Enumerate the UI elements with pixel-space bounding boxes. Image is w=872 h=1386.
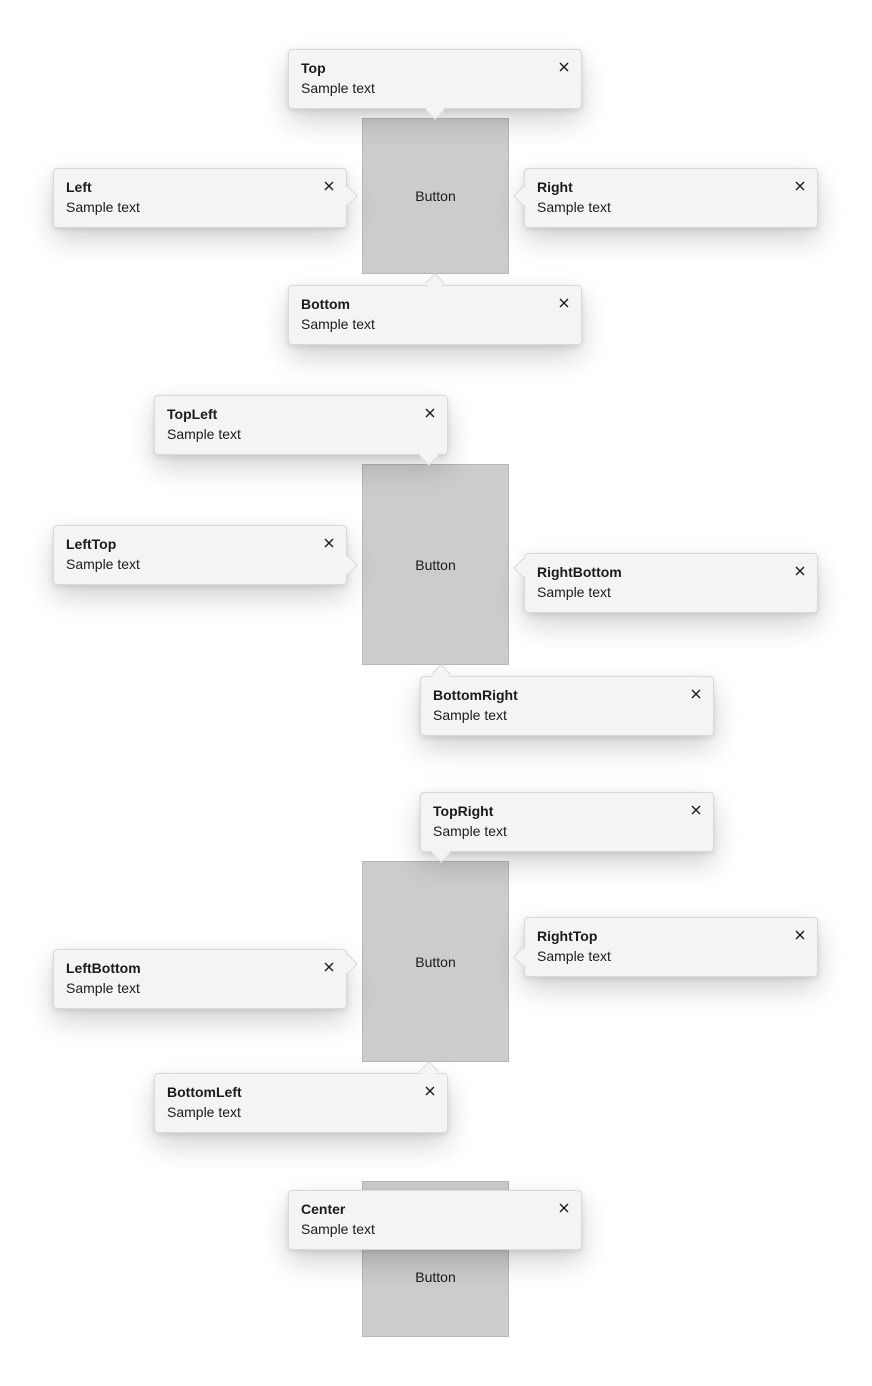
close-icon — [425, 408, 435, 418]
tip-topleft-body: Sample text — [167, 425, 435, 443]
close-icon — [559, 298, 569, 308]
tip-top-title: Top — [301, 59, 543, 77]
tip-bottom-close[interactable] — [553, 292, 575, 314]
tip-bottomleft-title: BottomLeft — [167, 1083, 409, 1101]
tip-rightbottom-title: RightBottom — [537, 563, 779, 581]
tip-left-close[interactable] — [318, 175, 340, 197]
close-icon — [425, 1086, 435, 1096]
stage: Button Top Sample text Left Sample text … — [0, 0, 872, 1386]
tip-rightbottom: RightBottom Sample text — [524, 553, 818, 613]
close-icon — [559, 1203, 569, 1213]
tip-leftbottom-title: LeftBottom — [66, 959, 308, 977]
close-icon — [324, 181, 334, 191]
tip-lefttop-title: LeftTop — [66, 535, 308, 553]
tip-bottomleft-close[interactable] — [419, 1080, 441, 1102]
tip-bottomleft-body: Sample text — [167, 1103, 435, 1121]
tip-bottom-body: Sample text — [301, 315, 569, 333]
close-icon — [795, 181, 805, 191]
tip-bottomleft: BottomLeft Sample text — [154, 1073, 448, 1133]
tip-topright: TopRight Sample text — [420, 792, 714, 852]
close-icon — [691, 689, 701, 699]
tip-left-body: Sample text — [66, 198, 334, 216]
tip-topright-close[interactable] — [685, 799, 707, 821]
close-icon — [324, 962, 334, 972]
tip-topleft-close[interactable] — [419, 402, 441, 424]
tip-rightbottom-body: Sample text — [537, 583, 805, 601]
tip-center: Center Sample text — [288, 1190, 582, 1250]
tip-leftbottom: LeftBottom Sample text — [53, 949, 347, 1009]
close-icon — [559, 62, 569, 72]
tip-bottomright-title: BottomRight — [433, 686, 675, 704]
tip-left-title: Left — [66, 178, 308, 196]
close-icon — [324, 538, 334, 548]
tip-right-title: Right — [537, 178, 779, 196]
close-icon — [795, 930, 805, 940]
tip-rightbottom-close[interactable] — [789, 560, 811, 582]
tip-right: Right Sample text — [524, 168, 818, 228]
tip-center-title: Center — [301, 1200, 543, 1218]
tip-righttop-body: Sample text — [537, 947, 805, 965]
tip-righttop-close[interactable] — [789, 924, 811, 946]
target-button-3-label: Button — [415, 954, 455, 970]
tip-bottomright-body: Sample text — [433, 706, 701, 724]
close-icon — [795, 566, 805, 576]
tip-topleft-title: TopLeft — [167, 405, 409, 423]
target-button-2[interactable]: Button — [362, 464, 509, 665]
target-button-4-label: Button — [415, 1269, 455, 1285]
tip-bottom: Bottom Sample text — [288, 285, 582, 345]
tip-bottomright-close[interactable] — [685, 683, 707, 705]
target-button-1-label: Button — [415, 188, 455, 204]
tip-right-close[interactable] — [789, 175, 811, 197]
tip-righttop-title: RightTop — [537, 927, 779, 945]
target-button-3[interactable]: Button — [362, 861, 509, 1062]
tip-center-close[interactable] — [553, 1197, 575, 1219]
tip-righttop: RightTop Sample text — [524, 917, 818, 977]
target-button-2-label: Button — [415, 557, 455, 573]
tip-topright-title: TopRight — [433, 802, 675, 820]
tip-top-body: Sample text — [301, 79, 569, 97]
target-button-1[interactable]: Button — [362, 118, 509, 274]
tip-leftbottom-body: Sample text — [66, 979, 334, 997]
tip-right-body: Sample text — [537, 198, 805, 216]
tip-lefttop-close[interactable] — [318, 532, 340, 554]
tip-bottom-title: Bottom — [301, 295, 543, 313]
tip-left: Left Sample text — [53, 168, 347, 228]
close-icon — [691, 805, 701, 815]
tip-center-body: Sample text — [301, 1220, 569, 1238]
tip-lefttop-body: Sample text — [66, 555, 334, 573]
tip-bottomright: BottomRight Sample text — [420, 676, 714, 736]
tip-topright-body: Sample text — [433, 822, 701, 840]
tip-topleft: TopLeft Sample text — [154, 395, 448, 455]
tip-lefttop: LeftTop Sample text — [53, 525, 347, 585]
tip-top-close[interactable] — [553, 56, 575, 78]
tip-leftbottom-close[interactable] — [318, 956, 340, 978]
